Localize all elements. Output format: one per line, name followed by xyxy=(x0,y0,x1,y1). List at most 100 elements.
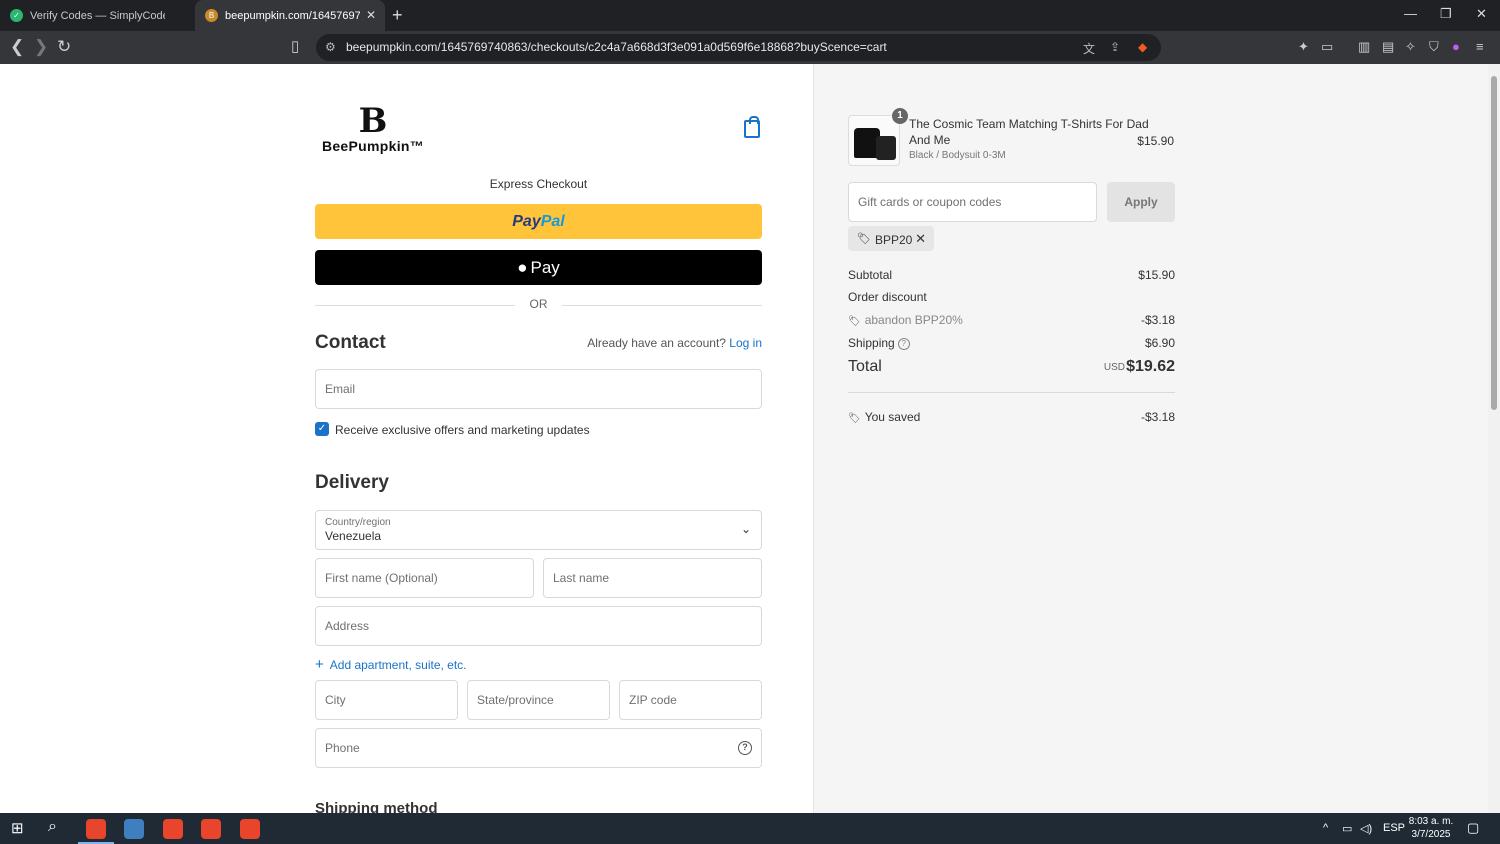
clock-date: 3/7/2025 xyxy=(1411,829,1451,840)
country-label: Country/region xyxy=(325,517,391,528)
express-checkout-label: Express Checkout xyxy=(489,177,588,191)
volume-icon[interactable]: ◁) xyxy=(1360,822,1372,835)
address-field[interactable]: Address xyxy=(315,606,762,646)
total-label: Total xyxy=(848,358,882,375)
discount-detail-row: 🏷 abandon BPP20% -$3.18 xyxy=(848,313,1175,327)
shopping-bag-icon[interactable] xyxy=(744,116,760,138)
city-field[interactable]: City xyxy=(315,680,458,720)
summary-divider xyxy=(848,392,1175,393)
reload-icon[interactable]: ↻ xyxy=(57,37,71,57)
close-window-icon[interactable]: ✕ xyxy=(1476,6,1487,22)
translate-icon[interactable]: 文 xyxy=(1083,40,1095,57)
address-bar[interactable]: ⚙ beepumpkin.com/1645769740863/checkouts… xyxy=(316,34,1161,61)
beepumpkin-favicon-icon: B xyxy=(205,9,218,22)
search-icon[interactable]: ⌕ xyxy=(48,818,57,836)
back-icon[interactable]: ❮ xyxy=(10,37,24,57)
shipping-info-icon[interactable]: ? xyxy=(897,337,910,350)
plus-icon: + xyxy=(315,656,324,673)
saved-row: 🏷 You saved -$3.18 xyxy=(848,410,1175,424)
email-field[interactable]: Email xyxy=(315,369,762,409)
browser-toolbar: ❮ ❯ ↻ ▯ ⚙ beepumpkin.com/1645769740863/c… xyxy=(0,31,1500,64)
add-apartment-label: Add apartment, suite, etc. xyxy=(329,658,467,672)
zip-field[interactable]: ZIP code xyxy=(619,680,762,720)
apply-button[interactable]: Apply xyxy=(1107,182,1175,222)
restore-icon[interactable]: ❐ xyxy=(1440,6,1452,22)
sidebar-icon[interactable]: ▥ xyxy=(1358,39,1370,55)
city-placeholder: City xyxy=(325,693,346,707)
last-name-field[interactable]: Last name xyxy=(543,558,762,598)
total-row: Total USD $19.62 xyxy=(848,358,1175,376)
address-placeholder: Address xyxy=(325,619,370,633)
extensions-icon[interactable]: ✦ xyxy=(1298,39,1309,55)
country-select[interactable]: Country/region Venezuela ⌄ xyxy=(315,510,762,550)
minimize-icon[interactable]: — xyxy=(1404,6,1417,21)
offers-label: Receive exclusive offers and marketing u… xyxy=(335,423,590,437)
state-placeholder: State/province xyxy=(477,693,554,707)
vpn-icon[interactable]: ⛉ xyxy=(1429,39,1439,55)
apple-icon: ● xyxy=(517,257,528,277)
brand-logo[interactable]: B BeePumpkin™ xyxy=(318,104,428,154)
tab-simplycodes[interactable]: ✓ Verify Codes — SimplyCodes xyxy=(0,0,195,31)
profile-icon[interactable]: ● xyxy=(1452,39,1460,54)
coupon-input[interactable]: Gift cards or coupon codes xyxy=(848,182,1097,222)
simplycodes-favicon-icon: ✓ xyxy=(10,9,23,22)
or-divider: OR xyxy=(315,297,762,313)
checkout-main: B BeePumpkin™ Express Checkout Pay Pal ● P… xyxy=(0,64,813,813)
email-placeholder: Email xyxy=(325,382,356,396)
apple-pay-button[interactable]: ● Pay xyxy=(315,250,762,285)
brave-window-2-icon[interactable] xyxy=(163,819,183,839)
order-discount-row: Order discount xyxy=(848,290,1175,304)
leo-ai-icon[interactable]: ✧ xyxy=(1405,39,1416,55)
file-explorer-icon[interactable] xyxy=(124,819,144,839)
forward-icon[interactable]: ❯ xyxy=(34,37,48,57)
close-tab-icon[interactable]: ✕ xyxy=(366,8,376,22)
notifications-icon[interactable]: ▢ xyxy=(1467,820,1479,836)
tray-expand-icon[interactable]: ^ xyxy=(1323,822,1328,834)
product-price: $15.90 xyxy=(1137,134,1174,148)
subtotal-value: $15.90 xyxy=(1138,268,1175,282)
order-discount-label: Order discount xyxy=(848,290,927,304)
remove-code-icon[interactable]: ✕ xyxy=(915,231,926,247)
quantity-badge: 1 xyxy=(892,108,908,124)
new-tab-icon[interactable]: + xyxy=(392,5,403,26)
scrollbar-thumb[interactable] xyxy=(1491,76,1497,410)
windows-start-icon[interactable]: ⊞ xyxy=(11,819,24,837)
brave-window-3-icon[interactable] xyxy=(201,819,221,839)
reading-mode-icon[interactable]: ▭ xyxy=(1321,39,1333,55)
page-scrollbar[interactable] xyxy=(1488,64,1500,813)
bookmark-icon[interactable]: ▯ xyxy=(291,37,299,55)
brave-taskbar-icon[interactable] xyxy=(86,819,106,839)
first-name-field[interactable]: First name (Optional) xyxy=(315,558,534,598)
clock[interactable]: 8:03 a. m. 3/7/2025 xyxy=(1400,815,1462,841)
share-icon[interactable]: ⇪ xyxy=(1110,40,1120,54)
tab-beepumpkin[interactable]: B beepumpkin.com/1645769740863/ ✕ xyxy=(195,0,385,31)
saved-value: -$3.18 xyxy=(1140,410,1175,424)
phone-placeholder: Phone xyxy=(325,741,360,755)
menu-icon[interactable]: ≡ xyxy=(1476,39,1484,54)
paypal-pay-text: Pay xyxy=(512,212,541,230)
paypal-button[interactable]: Pay Pal xyxy=(315,204,762,239)
wallet-icon[interactable]: ▤ xyxy=(1382,39,1394,55)
chevron-down-icon: ⌄ xyxy=(740,522,751,536)
order-summary: 1 The Cosmic Team Matching T-Shirts For … xyxy=(813,64,1488,813)
site-info-icon[interactable]: ⚙ xyxy=(325,40,336,54)
shipping-row: Shipping? $6.90 xyxy=(848,336,1175,350)
total-currency: USD xyxy=(1103,362,1125,373)
brave-window-4-icon[interactable] xyxy=(240,819,260,839)
add-apartment-link[interactable]: + Add apartment, suite, etc. xyxy=(315,656,467,673)
state-field[interactable]: State/province xyxy=(467,680,610,720)
account-prompt-text: Already have an account? xyxy=(587,336,726,350)
product-title: The Cosmic Team Matching T-Shirts For Da… xyxy=(909,117,1149,147)
discount-value: -$3.18 xyxy=(1140,313,1175,327)
help-icon[interactable]: ? xyxy=(738,741,752,755)
logo-wordmark: BeePumpkin™ xyxy=(321,138,425,154)
country-value: Venezuela xyxy=(325,529,382,543)
delivery-heading: Delivery xyxy=(315,472,389,493)
brave-shield-icon[interactable]: ◆ xyxy=(1138,40,1147,54)
phone-field[interactable]: Phone ? xyxy=(315,728,762,768)
network-icon[interactable]: ▭ xyxy=(1342,822,1352,835)
first-name-placeholder: First name (Optional) xyxy=(325,571,438,585)
login-link[interactable]: Log in xyxy=(729,336,762,350)
offers-checkbox[interactable]: ✓ xyxy=(315,422,329,436)
shipping-label: Shipping xyxy=(848,336,895,350)
